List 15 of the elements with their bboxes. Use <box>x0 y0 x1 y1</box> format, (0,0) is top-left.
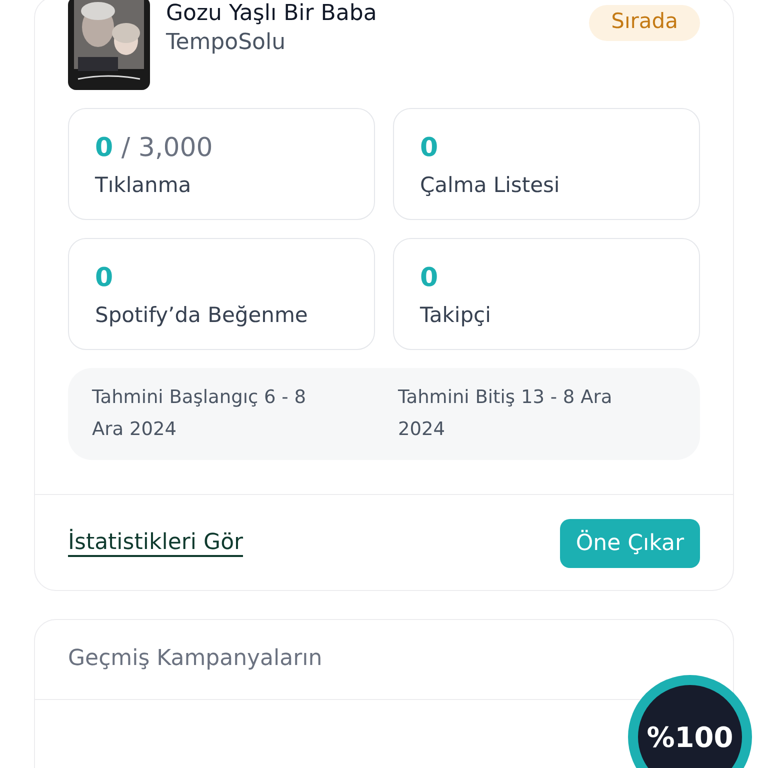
stat-label: Çalma Listesi <box>420 173 561 197</box>
status-badge: Sırada <box>589 5 700 41</box>
stat-value: 0 <box>420 263 440 293</box>
stat-value: 0 / 3,000 <box>95 133 214 163</box>
stat-label: Spotify’da Beğenme <box>95 303 309 327</box>
artist-name: TempoSolu <box>166 30 287 55</box>
progress-label: %100 <box>638 685 742 768</box>
end-date: Tahmini Bitiş 13 - 8 Ara 2024 <box>398 386 614 442</box>
stat-label: Tıklanma <box>95 173 192 197</box>
stat-label: Takipçi <box>420 303 492 327</box>
stat-value: 0 <box>420 133 440 163</box>
song-title: Gozu Yaşlı Bir Baba <box>166 1 378 26</box>
stat-value: 0 <box>95 263 114 293</box>
start-date: Tahmini Başlangıç 6 - 8 Ara 2024 <box>92 386 307 442</box>
statistics-link[interactable]: İstatistikleri Gör <box>68 530 244 557</box>
